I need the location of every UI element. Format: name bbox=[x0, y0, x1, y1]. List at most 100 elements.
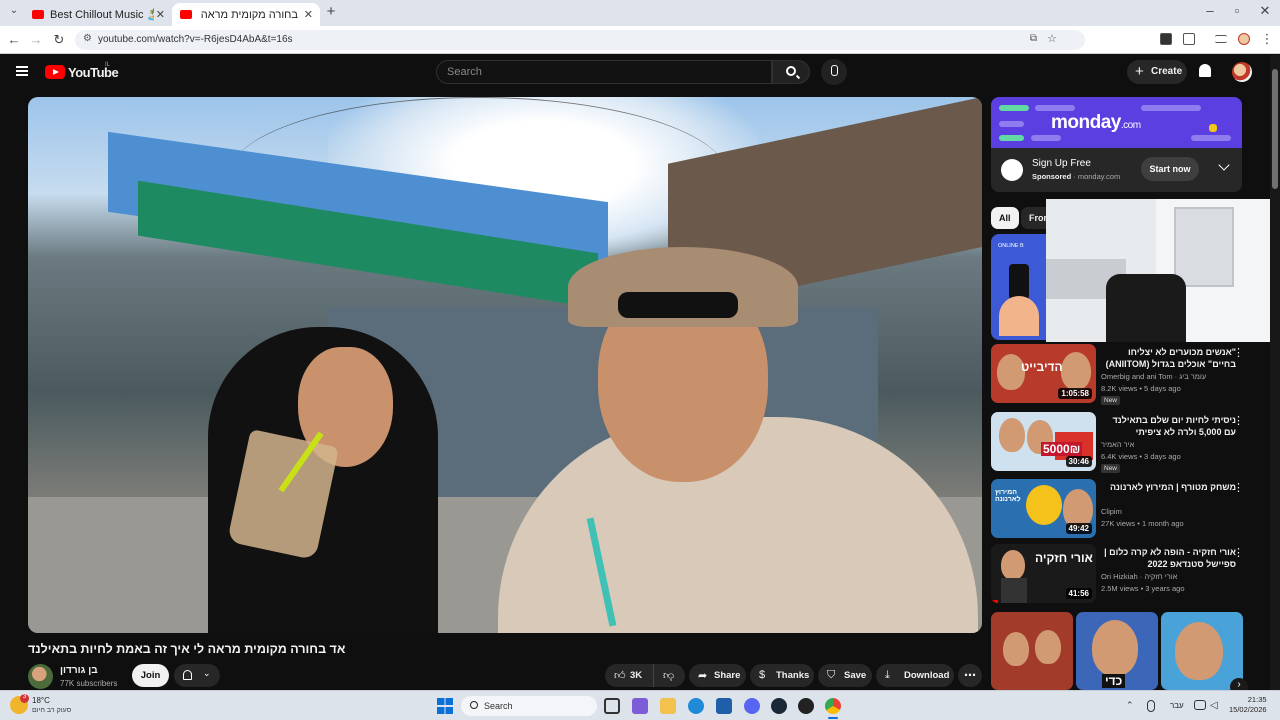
site-info-icon[interactable]: ⚙ bbox=[83, 33, 92, 44]
thumb-caption: 5000₪ bbox=[1041, 442, 1083, 456]
recommendation-title[interactable]: "אנשים מכוערים לא יצליחו בחיים" אוכלים ב… bbox=[1101, 346, 1236, 370]
recommendation-channel[interactable]: Ori Hizkiah · אורי חזקיה bbox=[1101, 572, 1177, 581]
tab-current-video[interactable]: בחורה מקומית מראה לי איך ✕ bbox=[172, 3, 320, 26]
user-avatar[interactable] bbox=[1232, 62, 1252, 82]
more-options-icon[interactable]: ⋮ bbox=[1233, 481, 1244, 494]
network-icon[interactable] bbox=[1194, 700, 1206, 710]
forward-arrow-icon[interactable]: → bbox=[28, 32, 44, 47]
channel-avatar[interactable] bbox=[28, 664, 53, 689]
obs-icon[interactable] bbox=[798, 698, 814, 714]
weather-description: סעוק רב חיום bbox=[32, 707, 72, 714]
ad-banner[interactable]: monday.com bbox=[991, 97, 1242, 148]
cast-icon[interactable]: ⧉ bbox=[1030, 33, 1037, 44]
youtube-logo-icon[interactable] bbox=[45, 65, 65, 79]
save-label: Save bbox=[844, 670, 867, 681]
ad-expand-chevron-icon[interactable] bbox=[1218, 159, 1230, 171]
search-input[interactable]: Search bbox=[436, 60, 772, 84]
steam-icon[interactable] bbox=[771, 698, 787, 714]
weather-temperature[interactable]: 18°C bbox=[32, 696, 50, 705]
windows-start-icon[interactable] bbox=[437, 698, 453, 714]
more-options-icon[interactable]: ⋮ bbox=[1233, 414, 1244, 427]
search-button[interactable] bbox=[772, 60, 810, 84]
ad-start-now-button[interactable]: Start now bbox=[1141, 157, 1199, 181]
scrollbar-thumb[interactable] bbox=[1272, 69, 1278, 189]
share-button[interactable]: ➦ Share bbox=[689, 664, 746, 687]
page-scrollbar[interactable] bbox=[1270, 55, 1280, 690]
new-tab-plus-icon[interactable]: + bbox=[323, 3, 339, 20]
short-thumbnail[interactable] bbox=[991, 612, 1073, 690]
thanks-button[interactable]: $ Thanks bbox=[750, 664, 814, 687]
tray-overflow-chevron-icon[interactable]: ⌃ bbox=[1126, 700, 1136, 710]
store-icon[interactable] bbox=[716, 698, 732, 714]
discord-icon[interactable] bbox=[744, 698, 760, 714]
filter-chip-all[interactable]: All bbox=[991, 207, 1019, 229]
short-thumbnail[interactable] bbox=[1161, 612, 1243, 690]
taskbar-search-box[interactable]: Search bbox=[461, 696, 597, 716]
back-arrow-icon[interactable]: ← bbox=[6, 32, 22, 47]
recommendation-item[interactable]: הדיבייט 1:05:58 "אנשים מכוערים לא יצליחו… bbox=[991, 344, 1251, 406]
more-options-icon[interactable]: ⋮ bbox=[1233, 546, 1244, 559]
keyboard-language[interactable]: עבר bbox=[1170, 701, 1184, 710]
microphone-tray-icon[interactable] bbox=[1147, 700, 1155, 712]
close-window-icon[interactable]: ✕ bbox=[1257, 3, 1273, 19]
sponsored-ad-card[interactable]: monday.com Sign Up Free Sponsored · mond… bbox=[991, 97, 1242, 192]
subscription-bell-button[interactable]: ⌄ bbox=[174, 664, 220, 687]
tab-chillout-music[interactable]: Best Chillout Music 🏝️ LOUNGE ✕ bbox=[24, 3, 172, 26]
recommendation-title[interactable]: משחק מטורף | המירוץ לארנונה bbox=[1101, 481, 1236, 493]
recommendation-title[interactable]: אורי חזקיה - הופה לא קרה כלום | ספיישל ס… bbox=[1101, 546, 1236, 570]
close-tab-icon[interactable]: ✕ bbox=[304, 8, 313, 21]
teams-icon[interactable] bbox=[632, 698, 648, 714]
short-thumbnail[interactable]: כדי bbox=[1076, 612, 1158, 690]
profile-avatar-icon[interactable] bbox=[1238, 33, 1250, 45]
recommendation-title[interactable]: ניסיתי לחיות יום שלם בתאילנד עם 5,000 ול… bbox=[1101, 414, 1236, 438]
recommendation-item[interactable]: המירוץ לארנונה 49:42 משחק מטורף | המירוץ… bbox=[991, 479, 1251, 541]
recommendation-thumbnail[interactable]: הדיבייט 1:05:58 bbox=[991, 344, 1096, 403]
join-button[interactable]: Join bbox=[132, 664, 169, 687]
channel-name[interactable]: בן גורדון bbox=[60, 665, 98, 676]
recommendation-thumbnail[interactable]: אורי חזקיה 41:56 bbox=[991, 544, 1096, 603]
file-explorer-icon[interactable] bbox=[660, 698, 676, 714]
taskbar-search-label: Search bbox=[484, 701, 513, 711]
dislike-button[interactable]: 👎︎ bbox=[653, 664, 685, 687]
notifications-bell-icon[interactable] bbox=[1199, 64, 1211, 77]
active-app-indicator bbox=[828, 717, 838, 719]
save-button[interactable]: ⛉ Save bbox=[818, 664, 872, 687]
recommendation-thumbnail[interactable]: המירוץ לארנונה 49:42 bbox=[991, 479, 1096, 538]
browser-menu-icon[interactable]: ⋮ bbox=[1259, 31, 1275, 47]
maximize-window-icon[interactable]: ▫ bbox=[1229, 3, 1245, 18]
ad-title[interactable]: Sign Up Free bbox=[1032, 158, 1091, 169]
address-bar[interactable]: ⚙ youtube.com/watch?v=-R6jesD4AbA&t=16s … bbox=[75, 30, 1085, 50]
close-tab-icon[interactable]: ✕ bbox=[156, 8, 165, 21]
extensions-puzzle-icon[interactable] bbox=[1183, 33, 1195, 45]
recommendation-thumbnail[interactable]: 5000₪ 30:46 bbox=[991, 412, 1096, 471]
media-controls-icon[interactable] bbox=[1215, 35, 1227, 43]
system-clock[interactable]: 21:35 15/02/2026 bbox=[1229, 695, 1267, 715]
bookmark-star-icon[interactable]: ☆ bbox=[1047, 32, 1057, 45]
recommendation-item[interactable]: אורי חזקיה 41:56 אורי חזקיה - הופה לא קר… bbox=[991, 544, 1251, 606]
recommendation-channel[interactable]: איר האמיר bbox=[1101, 440, 1134, 449]
voice-search-mic-icon[interactable] bbox=[821, 59, 847, 85]
partial-recommendation-thumbnail[interactable]: ONLINE B bbox=[991, 234, 1046, 340]
partial-thumb-label: ONLINE B bbox=[998, 243, 1024, 249]
more-options-icon[interactable]: ⋮ bbox=[1233, 346, 1244, 359]
recommendation-channel[interactable]: Clipim bbox=[1101, 507, 1122, 516]
edge-browser-icon[interactable] bbox=[688, 698, 704, 714]
like-button[interactable]: 👍︎ 3K bbox=[605, 664, 653, 687]
recommendation-item[interactable]: 5000₪ 30:46 ניסיתי לחיות יום שלם בתאילנד… bbox=[991, 412, 1251, 474]
more-actions-button[interactable]: ⋯ bbox=[958, 664, 982, 687]
task-view-icon[interactable] bbox=[604, 698, 620, 714]
volume-icon[interactable]: ◁ bbox=[1210, 700, 1220, 711]
video-player[interactable] bbox=[28, 97, 982, 633]
recommendation-channel[interactable]: Omerbig and ani Tom · עומר ביג bbox=[1101, 372, 1206, 381]
minimize-window-icon[interactable]: – bbox=[1202, 3, 1218, 18]
hamburger-menu-icon[interactable] bbox=[16, 66, 28, 76]
cartoon-graphic bbox=[1026, 485, 1062, 525]
reload-icon[interactable]: ↻ bbox=[51, 32, 67, 48]
create-button[interactable]: + Create bbox=[1127, 60, 1187, 84]
new-badge: New bbox=[1101, 396, 1121, 405]
download-button[interactable]: ⤓ Download bbox=[876, 664, 954, 687]
tab-search-chevron-icon[interactable]: ⌄ bbox=[6, 5, 22, 16]
youtube-logo-text[interactable]: YouTube bbox=[68, 65, 119, 80]
chrome-icon[interactable] bbox=[825, 698, 841, 714]
extension-icon[interactable] bbox=[1160, 33, 1172, 45]
